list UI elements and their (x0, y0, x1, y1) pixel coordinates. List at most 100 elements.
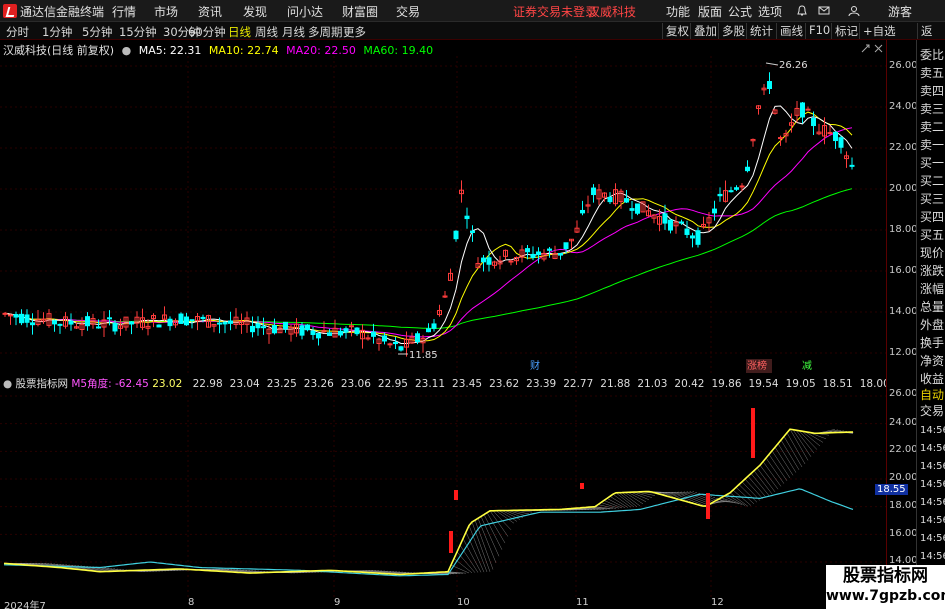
trade-time: 14:56 (920, 515, 945, 526)
y-tick-main: 26.00 (889, 60, 918, 71)
indicator-strip: ● 股票指标网 M5角度: -62.45 23.02 22.98 23.04 23.… (0, 376, 886, 390)
y-tick-sub: 22.00 (889, 444, 918, 455)
indicator-value-item: 23.62 (489, 378, 520, 390)
message-icon[interactable] (818, 5, 830, 17)
trade-time: 14:56 (920, 551, 945, 562)
indicator-value: 23.02 (152, 378, 183, 390)
panel-label: 卖三 (920, 102, 945, 116)
y-tick-sub: 26.00 (889, 388, 918, 399)
x-tick-nov: 11 (576, 597, 589, 608)
y-tick-sub: 18.00 (889, 500, 918, 511)
trade-time: 14:56 (920, 443, 945, 454)
toolbar-back[interactable]: 返回 (917, 23, 945, 54)
panel-auto[interactable]: 自动 (920, 388, 944, 402)
y-tick-main: 16.00 (889, 265, 918, 276)
menu-discover[interactable]: 发现 (243, 3, 267, 20)
indicator-value-item: 20.42 (674, 378, 705, 390)
panel-label: 涨幅 (920, 282, 945, 296)
indicator-name: 股票指标网 (15, 378, 69, 390)
menu-news[interactable]: 资讯 (198, 3, 222, 20)
watermark-title: 股票指标网 (843, 566, 928, 586)
quote-panel: 委比 卖五 卖四 卖三 卖二 卖一 买一 买二 买三 买四 买五 现价 涨跌 涨… (916, 40, 945, 609)
period-15min[interactable]: 15分钟 (119, 24, 157, 40)
login-warning[interactable]: 证券交易未登录 (513, 3, 597, 20)
panel-label: 收益 (920, 372, 945, 386)
toolbar-overlay[interactable]: 叠加 (690, 23, 720, 39)
panel-label: 卖五 (920, 66, 945, 80)
toolbar-draw[interactable]: 画线 (776, 23, 806, 39)
period-weekly[interactable]: 周线 (255, 24, 278, 40)
y-tick-main: 20.00 (889, 183, 918, 194)
bell-icon[interactable] (796, 5, 808, 17)
watermark: 股票指标网 www.7gpzb.com (826, 565, 945, 609)
app-logo-icon (3, 4, 17, 18)
indicator-value-item: 19.54 (748, 378, 779, 390)
x-tick-aug: 8 (188, 597, 195, 608)
trade-time: 14:56 (920, 461, 945, 472)
period-more[interactable]: 更多 (343, 24, 366, 40)
indicator-value-item: 23.26 (303, 378, 334, 390)
indicator-value-item: 23.39 (526, 378, 557, 390)
guest-label[interactable]: 游客 (888, 3, 912, 20)
panel-label: 买三 (920, 192, 945, 206)
period-1min[interactable]: 1分钟 (42, 24, 72, 40)
panel-label: 买四 (920, 210, 945, 224)
panel-trade[interactable]: 交易 (920, 404, 944, 418)
menu-wealth[interactable]: 财富圈 (342, 3, 378, 20)
panel-label: 总量 (920, 300, 945, 314)
candlestick-chart[interactable]: 26.26 11.85 财 涨榜 减 (0, 56, 886, 376)
toolbar-stats[interactable]: 统计 (746, 23, 776, 39)
indicator-value-item: 19.86 (711, 378, 742, 390)
period-5min[interactable]: 5分钟 (82, 24, 112, 40)
y-tick-main: 24.00 (889, 101, 918, 112)
event-tag-reduce[interactable]: 减 (802, 360, 812, 372)
menu-market[interactable]: 市场 (154, 3, 178, 20)
current-value-badge: 18.55 (875, 484, 908, 495)
y-tick-sub: 16.00 (889, 528, 918, 539)
period-multi[interactable]: 多周期 (308, 24, 343, 40)
app-name: 通达信金融终端 (20, 5, 105, 19)
indicator-dot-icon[interactable]: ● (3, 378, 12, 390)
indicator-chart[interactable] (0, 390, 886, 598)
indicator-value-item: 18.00 (859, 378, 886, 390)
menu-function[interactable]: 功能 (666, 3, 690, 20)
event-tag-finance[interactable]: 财 (530, 359, 540, 372)
period-monthly[interactable]: 月线 (282, 24, 305, 40)
panel-label: 外盘 (920, 318, 945, 332)
indicator-signal-bars (449, 408, 755, 553)
y-tick-main: 12.00 (889, 347, 918, 358)
menu-layout[interactable]: 版面 (698, 3, 722, 20)
chart-settings-icons[interactable] (860, 42, 884, 54)
indicator-value-item: 23.25 (266, 378, 297, 390)
y-axis: 26.00 24.00 22.00 20.00 18.00 16.00 14.0… (875, 40, 918, 609)
toolbar-mark[interactable]: 标记 (831, 23, 861, 39)
menu-ask[interactable]: 问小达 (287, 3, 323, 20)
x-axis: 2024年7 8 9 10 11 12 (0, 597, 886, 609)
toolbar-add-watchlist[interactable]: +自选 (859, 23, 899, 39)
ma20-line (4, 127, 853, 338)
user-icon[interactable] (848, 5, 860, 17)
indicator-value-item: 23.04 (229, 378, 260, 390)
x-tick-oct: 10 (457, 597, 470, 608)
panel-label: 换手 (920, 336, 945, 350)
event-tag-gainers[interactable]: 涨榜 (747, 359, 767, 372)
panel-label: 卖二 (920, 120, 945, 134)
indicator-angle-label: M5角度: (71, 378, 112, 390)
menu-trade[interactable]: 交易 (396, 3, 420, 20)
ma10-line (4, 111, 853, 342)
panel-label: 现价 (920, 246, 945, 260)
high-pointer (765, 62, 779, 66)
menu-formula[interactable]: 公式 (728, 3, 752, 20)
period-daily[interactable]: 日线 (228, 24, 251, 40)
panel-label: 涨跌 (920, 264, 945, 278)
indicator-value-item: 22.98 (192, 378, 223, 390)
toolbar-multistock[interactable]: 多股 (718, 23, 748, 39)
indicator-value-item: 23.45 (452, 378, 483, 390)
toolbar-adjust[interactable]: 复权 (662, 23, 692, 39)
toolbar-f10[interactable]: F10 (805, 23, 833, 39)
period-tick[interactable]: 分时 (6, 24, 29, 40)
period-60min[interactable]: 60分钟 (188, 24, 226, 40)
menu-options[interactable]: 选项 (758, 3, 782, 20)
trade-time: 14:56 (920, 425, 945, 436)
menu-quotes[interactable]: 行情 (112, 3, 136, 20)
